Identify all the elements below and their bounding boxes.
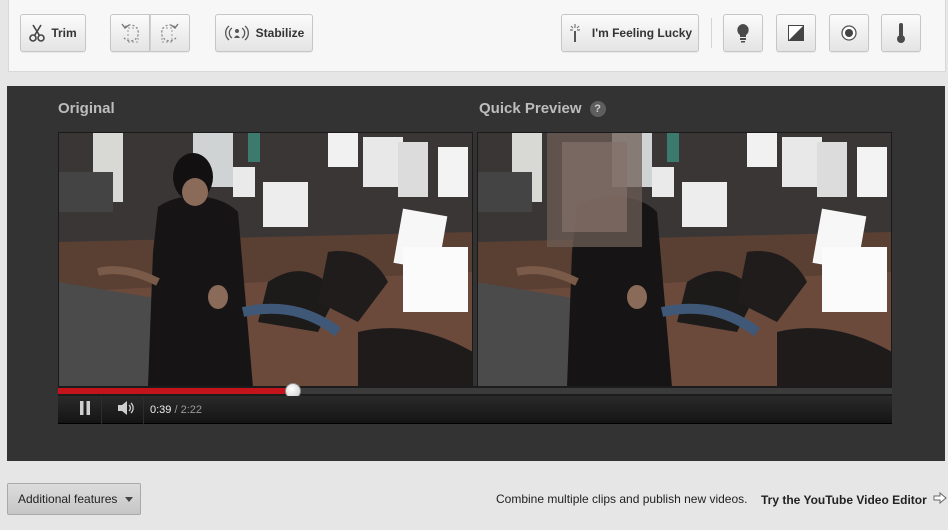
- player-controls: 0:39 / 2:22: [58, 396, 892, 424]
- original-title: Original: [58, 100, 115, 117]
- feeling-lucky-button[interactable]: I'm Feeling Lucky: [561, 14, 699, 52]
- quick-preview-frame: [477, 132, 892, 387]
- time-display: 0:39 / 2:22: [150, 396, 202, 424]
- arrow-right-icon: [933, 491, 947, 507]
- rotate-left-icon: [119, 22, 141, 44]
- rotate-group: [110, 14, 191, 52]
- toolbar-divider: [711, 18, 712, 48]
- total-time: 2:22: [180, 404, 203, 416]
- progress-fill: [58, 388, 293, 394]
- editor-panel: Original Quick Preview? 0:39 / 2:22: [7, 86, 945, 461]
- scissors-icon: [29, 24, 46, 42]
- rotate-right-icon: [159, 22, 181, 44]
- quick-preview-title: Quick Preview: [479, 100, 582, 117]
- current-time: 0:39: [150, 404, 172, 416]
- rotate-right-button[interactable]: [150, 14, 190, 52]
- quick-preview-video[interactable]: [477, 132, 892, 387]
- thermometer-icon: [896, 22, 906, 44]
- contrast-icon: [788, 25, 804, 41]
- contrast-button[interactable]: [776, 14, 816, 52]
- original-video[interactable]: [58, 132, 473, 387]
- volume-icon: [117, 400, 136, 420]
- pause-button[interactable]: [68, 396, 102, 424]
- enhancements-toolbar: Trim Stabilize I'm Feeling Lucky: [8, 0, 946, 72]
- additional-features-button[interactable]: Additional features: [7, 483, 141, 515]
- youtube-enhancements-page: Trim Stabilize I'm Feeling Lucky Origina…: [0, 0, 948, 530]
- quick-preview-heading: Quick Preview?: [479, 100, 606, 117]
- lightbulb-icon: [736, 23, 750, 43]
- promo-text: Combine multiple clips and publish new v…: [496, 492, 748, 506]
- feeling-lucky-label: I'm Feeling Lucky: [591, 26, 693, 40]
- try-video-editor-label: Try the YouTube Video Editor: [761, 492, 927, 507]
- saturation-icon: [841, 25, 857, 41]
- stabilize-button[interactable]: Stabilize: [215, 14, 313, 52]
- additional-features-label: Additional features: [18, 492, 118, 506]
- pause-icon: [79, 400, 91, 420]
- help-icon[interactable]: ?: [589, 101, 606, 117]
- color-temperature-button[interactable]: [881, 14, 921, 52]
- try-video-editor-link[interactable]: Try the YouTube Video Editor: [761, 491, 947, 507]
- dropdown-caret-icon: [125, 496, 134, 502]
- magic-wand-icon: [568, 23, 582, 43]
- stabilize-label: Stabilize: [255, 26, 305, 40]
- rotate-left-button[interactable]: [110, 14, 150, 52]
- time-separator: /: [171, 404, 181, 416]
- original-video-frame: [58, 132, 473, 387]
- volume-button[interactable]: [110, 396, 144, 424]
- trim-button[interactable]: Trim: [20, 14, 86, 52]
- fill-light-button[interactable]: [723, 14, 763, 52]
- trim-label: Trim: [51, 26, 77, 40]
- saturation-button[interactable]: [829, 14, 869, 52]
- stabilize-icon: [224, 24, 250, 42]
- progress-bar[interactable]: [58, 383, 892, 399]
